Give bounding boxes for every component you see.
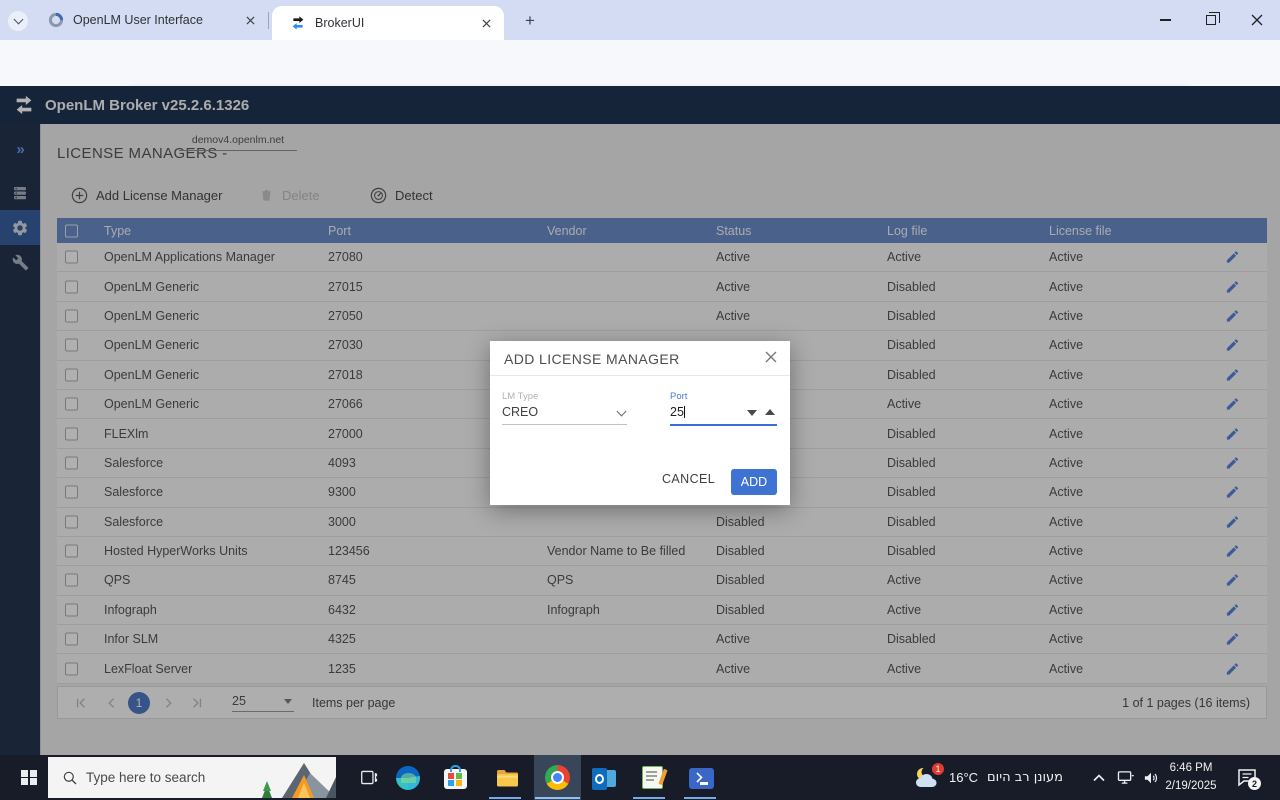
window-close-button[interactable]	[1234, 0, 1280, 40]
windows-logo-icon	[21, 770, 37, 786]
store-icon	[444, 769, 467, 789]
outlook-icon	[592, 768, 616, 790]
taskbar-notes-app-button[interactable]	[629, 755, 676, 800]
search-highlight-art	[252, 757, 336, 798]
window-minimize-button[interactable]	[1142, 0, 1188, 40]
open-indicator-notes	[633, 797, 665, 799]
spinner-down-icon[interactable]	[747, 410, 757, 416]
brokerui-favicon-icon	[290, 15, 306, 31]
lm-type-value: CREO	[502, 405, 538, 419]
openlm-ui-favicon-icon	[48, 12, 64, 28]
chevron-down-icon	[617, 407, 627, 417]
tab-divider	[268, 12, 269, 29]
notes-app-icon	[642, 766, 663, 789]
lm-type-select[interactable]: CREO	[502, 405, 627, 425]
tab-brokerui[interactable]: BrokerUI	[272, 6, 504, 40]
browser-tab-strip: OpenLM User Interface BrokerUI +	[0, 0, 1280, 40]
network-icon	[1117, 770, 1134, 785]
clock-date: 2/19/2025	[1163, 777, 1219, 795]
tray-volume-button[interactable]	[1138, 755, 1164, 800]
add-license-manager-dialog: ADD LICENSE MANAGER LM Type CREO Port 25…	[490, 341, 790, 505]
tray-chevron-up-button[interactable]	[1086, 755, 1112, 800]
minimize-icon	[1160, 19, 1171, 21]
taskbar-edge-button[interactable]	[384, 755, 431, 800]
tab-close-icon[interactable]	[478, 15, 494, 31]
close-icon	[764, 350, 778, 364]
file-explorer-icon	[495, 766, 519, 790]
port-input[interactable]: 25	[670, 405, 777, 426]
port-value: 25	[670, 405, 684, 419]
port-label: Port	[670, 391, 777, 402]
speaker-icon	[1143, 771, 1159, 785]
start-button[interactable]	[10, 755, 48, 800]
taskbar-chrome-button[interactable]	[534, 755, 581, 800]
weather-description: מעונן רב היום	[987, 770, 1063, 785]
weather-alert-badge: 1	[932, 763, 944, 775]
browser-toolbar: localhost:5090/#/license-managers ⋮	[0, 40, 1280, 86]
tab-openlm-user-interface[interactable]: OpenLM User Interface	[30, 0, 268, 40]
taskbar-outlook-button[interactable]	[580, 755, 627, 800]
tab-title: OpenLM User Interface	[73, 13, 242, 27]
open-indicator-chrome	[535, 797, 580, 799]
spinner-up-icon[interactable]	[765, 409, 775, 415]
new-tab-button[interactable]: +	[518, 9, 542, 33]
dialog-divider	[490, 375, 790, 376]
taskbar-file-explorer-button[interactable]	[483, 755, 530, 800]
task-view-icon	[360, 768, 379, 787]
chrome-icon	[545, 765, 570, 790]
tray-network-button[interactable]	[1112, 755, 1138, 800]
port-field[interactable]: Port 25	[670, 391, 777, 426]
open-indicator-explorer	[489, 797, 521, 799]
text-cursor	[684, 406, 685, 418]
taskbar-store-button[interactable]	[432, 755, 479, 800]
notification-center-button[interactable]: 2	[1228, 755, 1266, 800]
add-button[interactable]: ADD	[731, 469, 777, 495]
open-indicator-powershell	[684, 797, 716, 799]
lm-type-field[interactable]: LM Type CREO	[502, 391, 627, 425]
chevron-up-icon	[1093, 774, 1105, 782]
dialog-title: ADD LICENSE MANAGER	[504, 351, 680, 367]
dialog-close-button[interactable]	[764, 350, 780, 366]
cancel-button[interactable]: CANCEL	[662, 472, 715, 486]
notification-count-badge: 2	[1248, 777, 1261, 790]
tab-title: BrokerUI	[315, 16, 478, 30]
lm-type-label: LM Type	[502, 391, 627, 402]
chevron-down-icon	[13, 15, 23, 25]
taskbar-search-box[interactable]: Type here to search	[48, 757, 336, 798]
taskbar-clock[interactable]: 6:46 PM 2/19/2025	[1163, 759, 1219, 795]
weather-temperature: 16°C	[949, 770, 978, 785]
window-restore-button[interactable]	[1188, 0, 1234, 40]
tab-search-button[interactable]	[8, 11, 28, 31]
windows-taskbar: Type here to search	[0, 755, 1280, 800]
clock-time: 6:46 PM	[1163, 759, 1219, 777]
taskbar-powershell-button[interactable]	[678, 755, 725, 800]
tab-close-icon[interactable]	[242, 12, 258, 28]
restore-icon	[1206, 15, 1216, 25]
search-icon	[62, 770, 78, 786]
edge-icon	[396, 766, 420, 790]
close-icon	[1251, 14, 1263, 26]
screen: OpenLM User Interface BrokerUI +	[0, 0, 1280, 800]
powershell-icon	[689, 768, 714, 789]
taskbar-weather-widget[interactable]: 1 16°C מעונן רב היום	[914, 755, 1063, 800]
search-placeholder: Type here to search	[86, 770, 252, 785]
